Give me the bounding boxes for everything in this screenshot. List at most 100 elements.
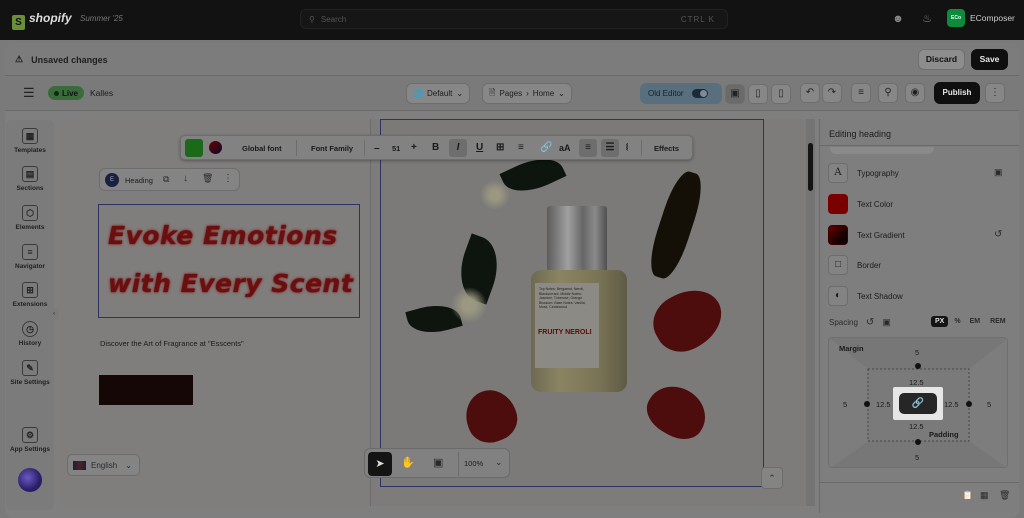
padding-top-value[interactable]: 12.5 [909,378,924,387]
chevron-down-icon[interactable]: ⌄ [495,457,503,468]
spacing-header: Spacing ↺ ▣ [829,317,891,328]
more-vertical-icon[interactable]: ⋮ [985,83,1005,103]
layout-icon[interactable]: ▦ [980,490,989,501]
store-switcher[interactable]: ECo EComposer [947,9,1015,27]
undo-icon[interactable]: ↶ [800,83,820,103]
rail-item-sections[interactable]: ▤ Sections [6,166,54,192]
hero-subtext[interactable]: Discover the Art of Fragrance at "Esscen… [100,339,244,348]
device-responsive-icon[interactable]: ▣ [994,167,1003,178]
rail-item-navigator[interactable]: ≡ Navigator [6,244,54,270]
rail-item-history[interactable]: ◷ History [6,321,54,347]
publish-button[interactable]: Publish [934,82,980,104]
copy-icon[interactable]: 📋 [962,490,973,501]
link-spacing-button[interactable]: 🔗 [893,387,943,420]
reset-icon[interactable]: ↺ [994,229,1002,240]
font-size-decrease[interactable]: – [374,143,380,154]
panel-row-text-gradient[interactable]: Text Gradient [828,225,905,245]
save-button[interactable]: Save [971,49,1008,70]
heading-line-2[interactable]: with Every Scent [108,269,353,298]
ai-magic-icon[interactable] [185,139,203,157]
clear-format-icon[interactable]: ⧙ [626,142,628,153]
font-size-value[interactable]: 51 [392,144,400,153]
delete-icon[interactable]: 🗑 [999,490,1010,501]
duplicate-icon[interactable]: ⧉ [163,174,169,185]
unit-rem[interactable]: REM [987,316,1009,327]
ecomposer-icon: E [105,173,119,187]
tablet-icon[interactable]: ▯ [748,83,768,104]
rail-item-site-settings[interactable]: ✎ Site Settings [6,360,54,386]
rail-item-templates[interactable]: ▦ Templates [6,128,54,154]
page-breadcrumb[interactable]: 🗎 Pages › Home ⌄ [482,83,572,104]
margin-right-value[interactable]: 5 [987,400,991,409]
shopify-logo[interactable]: Sshopify [12,11,72,30]
rail-item-extensions[interactable]: ⊞ Extensions [6,282,54,308]
focus-tool-icon[interactable]: ▣ [433,456,443,469]
text-case-icon[interactable]: aA [559,143,571,153]
canvas-scrollbar[interactable] [806,119,815,506]
bell-icon[interactable]: ♨ [920,12,934,26]
color-picker-icon[interactable] [209,141,222,154]
margin-bottom-handle[interactable] [915,439,921,445]
margin-left-handle[interactable] [864,401,870,407]
panel-row-typography[interactable]: A Typography [828,163,899,183]
global-font-button[interactable]: Global font [242,144,282,153]
trash-icon[interactable]: 🗑 [202,173,213,184]
underline-icon[interactable]: U [476,142,483,153]
panel-row-text-shadow[interactable]: ◐ Text Shadow [828,286,903,306]
collapse-arrow-icon[interactable]: ‹ [53,308,59,320]
margin-right-handle[interactable] [966,401,972,407]
language-selector[interactable]: English ⌄ [67,454,140,476]
discard-button[interactable]: Discard [918,49,965,70]
ordered-list-icon[interactable]: ⊞ [496,142,504,153]
panel-row-border[interactable]: □ Border [828,255,881,275]
rail-item-app-settings[interactable]: ⚙ App Settings [6,427,54,453]
padding-bottom-value[interactable]: 12.5 [909,422,924,431]
font-size-increase[interactable]: + [411,142,417,153]
margin-left-value[interactable]: 5 [843,400,847,409]
panel-row-text-color[interactable]: Text Color [828,194,893,214]
preview-search-icon[interactable]: ⚲ [878,83,898,103]
link-icon[interactable]: 🔗 [540,142,552,153]
padding-right-value[interactable]: 12.5 [944,400,959,409]
heading-line-1[interactable]: Evoke Emotions [108,221,338,250]
list-icon: ≡ [22,244,38,260]
settings-sliders-icon[interactable]: ≡ [851,83,871,103]
template-select[interactable]: 🌐 Default ⌄ [406,83,471,104]
pointer-tool-icon[interactable]: ➤ [368,452,392,476]
sidekick-icon[interactable]: ☻ [891,12,905,26]
padding-left-value[interactable]: 12.5 [876,400,891,409]
italic-icon[interactable]: I [449,139,467,157]
scroll-top-icon[interactable]: ⌃ [761,467,783,489]
list-style-icon[interactable]: ☰ [601,139,619,157]
zoom-level[interactable]: 100% [464,459,483,468]
product-name: FRUITY NEROLI [538,329,592,336]
hero-cta-button[interactable] [99,375,193,405]
desktop-icon[interactable]: ▣ [725,83,745,104]
move-down-icon[interactable]: ↓ [183,173,188,184]
more-vertical-icon[interactable]: ⋮ [223,173,233,184]
margin-top-value[interactable]: 5 [915,348,919,357]
menu-icon[interactable]: ☰ [23,86,35,99]
hand-tool-icon[interactable]: ✋ [401,456,415,469]
mobile-icon[interactable]: ▯ [771,83,791,104]
unit-percent[interactable]: % [952,316,962,327]
reset-icon[interactable]: ↺ [866,317,874,328]
font-family-select[interactable]: Font Family [311,144,353,153]
unit-em[interactable]: EM [967,316,984,327]
scrollbar-thumb[interactable] [808,143,813,191]
eye-icon[interactable]: ◉ [905,83,925,103]
margin-top-handle[interactable] [915,363,921,369]
device-responsive-icon[interactable]: ▣ [882,317,891,328]
effects-button[interactable]: Effects [654,144,679,153]
ai-assistant-orb[interactable] [18,468,42,492]
search-bar[interactable]: ⚲ Search CTRL K [300,9,728,29]
redo-icon[interactable]: ↷ [822,83,842,103]
gradient-swatch [828,225,848,245]
margin-bottom-value[interactable]: 5 [915,453,919,462]
rail-item-elements[interactable]: ⬡ Elements [6,205,54,231]
unit-px[interactable]: PX [931,316,949,327]
old-editor-toggle[interactable]: Old Editor [640,83,722,104]
align-left-icon[interactable]: ≡ [579,139,597,157]
bullet-list-icon[interactable]: ≡ [518,142,524,153]
bold-icon[interactable]: B [432,142,439,153]
